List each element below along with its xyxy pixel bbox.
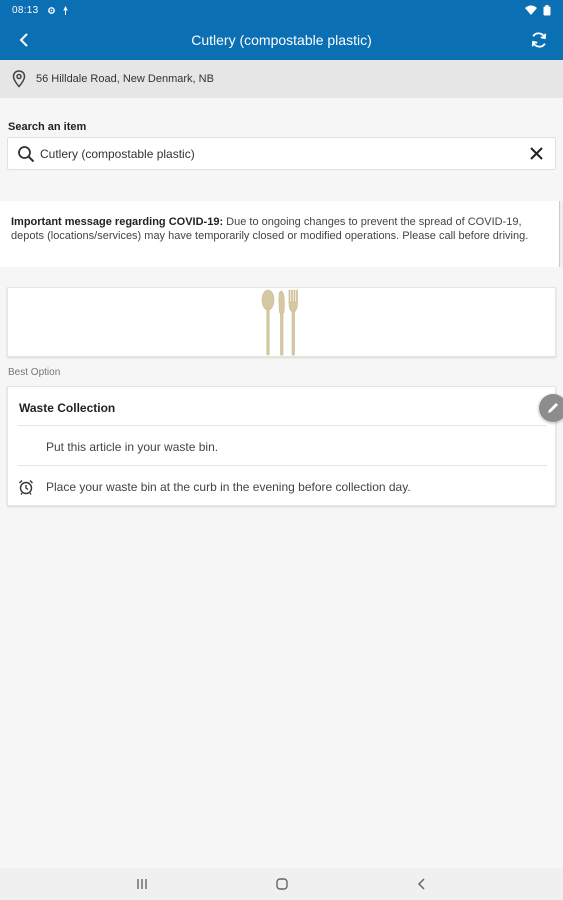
address-bar[interactable]: 56 Hilldale Road, New Denmark, NB xyxy=(0,60,563,98)
best-option-label: Best Option xyxy=(8,367,61,378)
clear-button[interactable] xyxy=(525,143,547,165)
instruction-text: Place your waste bin at the curb in the … xyxy=(46,480,411,494)
search-input[interactable] xyxy=(40,146,525,161)
battery-icon xyxy=(543,4,551,15)
refresh-icon xyxy=(531,32,547,48)
notice-heading: Important message regarding COVID-19: xyxy=(11,216,224,228)
divider xyxy=(18,425,547,426)
covid-notice: Important message regarding COVID-19: Du… xyxy=(0,201,560,267)
system-nav-bar xyxy=(0,868,563,900)
system-back-button[interactable] xyxy=(402,868,442,900)
home-button[interactable] xyxy=(262,868,302,900)
cutlery-icon xyxy=(261,289,298,356)
search-label: Search an item xyxy=(8,121,87,133)
recent-apps-icon xyxy=(136,879,147,889)
wifi-icon xyxy=(525,5,537,15)
status-time: 08:13 xyxy=(12,4,39,16)
page-title: Cutlery (compostable plastic) xyxy=(191,32,372,48)
clear-icon xyxy=(529,147,543,160)
back-arrow-icon xyxy=(19,33,28,47)
pencil-icon xyxy=(548,403,558,413)
refresh-button[interactable] xyxy=(515,20,563,60)
card-title: Waste Collection xyxy=(19,401,116,415)
instruction-row: Place your waste bin at the curb in the … xyxy=(18,468,547,506)
back-icon xyxy=(417,878,425,890)
address-text: 56 Hilldale Road, New Denmark, NB xyxy=(36,73,214,85)
location-pin-icon xyxy=(10,69,28,89)
scroll-indicator xyxy=(559,201,563,267)
alarm-clock-icon xyxy=(18,479,46,495)
waste-collection-card: Waste Collection Put this article in you… xyxy=(7,386,556,506)
notification-icon xyxy=(62,5,68,15)
gear-icon xyxy=(47,6,55,14)
back-button[interactable] xyxy=(0,20,48,60)
home-icon xyxy=(275,878,288,890)
edit-button[interactable] xyxy=(539,394,563,422)
search-box xyxy=(7,137,556,170)
search-icon xyxy=(16,144,36,164)
instruction-row: Put this article in your waste bin. xyxy=(18,428,547,466)
status-bar: 08:13 xyxy=(0,0,563,20)
recent-apps-button[interactable] xyxy=(122,868,162,900)
item-image-card xyxy=(7,287,556,357)
divider xyxy=(18,465,547,466)
instruction-text: Put this article in your waste bin. xyxy=(46,440,219,454)
app-bar: Cutlery (compostable plastic) xyxy=(0,20,563,60)
